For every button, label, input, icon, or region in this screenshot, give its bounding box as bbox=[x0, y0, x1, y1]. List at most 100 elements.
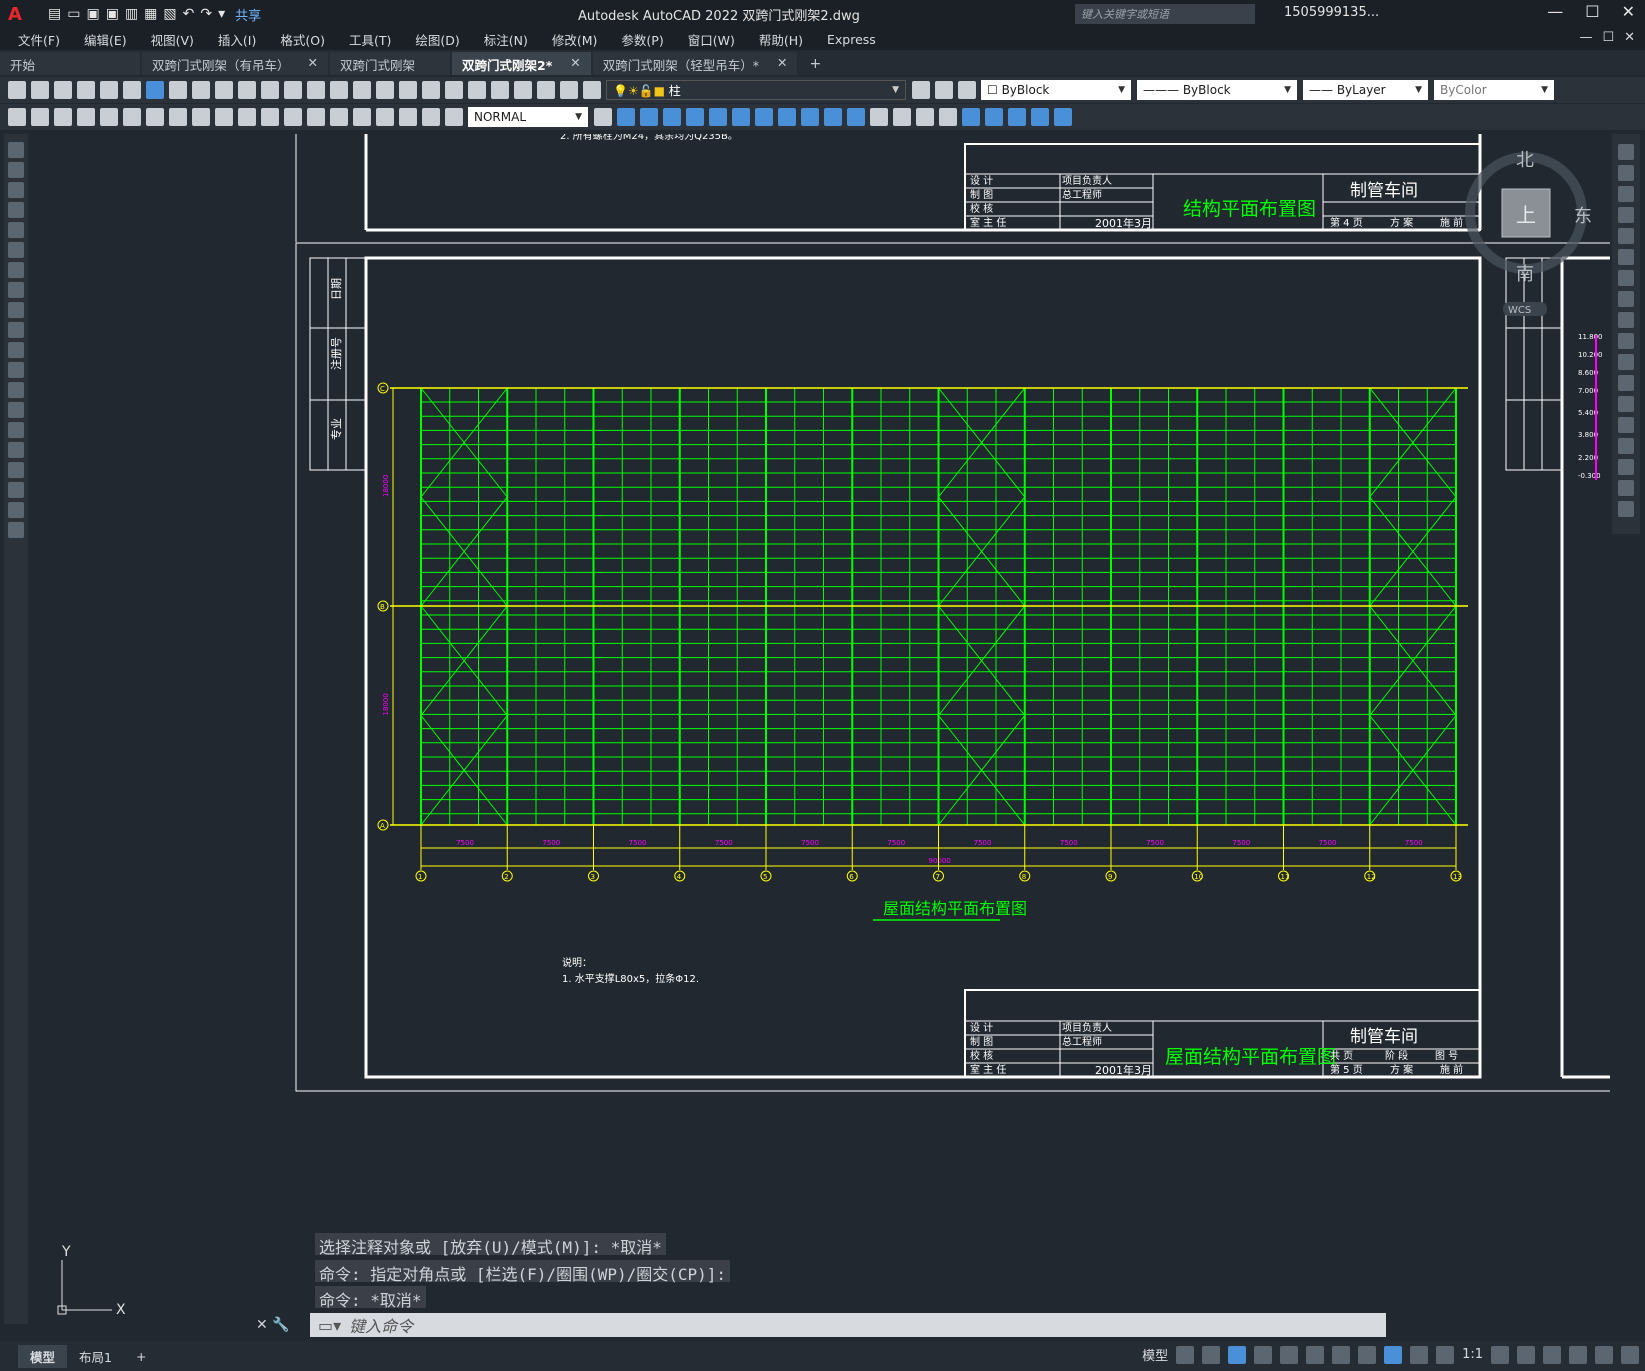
drawing-canvas[interactable]: 2. 所有螺栓为M24，其余均为Q235B。 设 计 制 图 校 核 室 主 任… bbox=[30, 134, 1610, 1334]
imprint-icon[interactable] bbox=[870, 108, 888, 126]
tab-model[interactable]: 模型 bbox=[18, 1344, 68, 1368]
revcloud-icon[interactable] bbox=[8, 282, 24, 298]
dimstyle-dropdown[interactable]: NORMAL ▼ bbox=[468, 107, 588, 127]
grid-icon[interactable] bbox=[1176, 1345, 1195, 1364]
menu-window[interactable]: 窗口(W) bbox=[688, 30, 735, 49]
osnap-icon[interactable] bbox=[1332, 1345, 1351, 1364]
tab-file-3[interactable]: 双跨门式刚架2* ✕ bbox=[452, 52, 591, 75]
extrude-faces-icon[interactable] bbox=[686, 108, 704, 126]
polygon-icon[interactable] bbox=[8, 202, 24, 218]
designcenter-icon[interactable] bbox=[445, 81, 463, 99]
close-icon[interactable]: ✕ bbox=[777, 55, 787, 75]
auto-scale-icon[interactable] bbox=[1410, 1345, 1429, 1364]
menu-edit[interactable]: 编辑(E) bbox=[84, 30, 127, 49]
dim-aligned-icon[interactable] bbox=[31, 108, 49, 126]
plot-icon[interactable] bbox=[77, 81, 95, 99]
undo-icon[interactable]: ↶ bbox=[183, 6, 195, 22]
add-layout-button[interactable]: + bbox=[124, 1347, 158, 1366]
minimize-button[interactable]: — bbox=[1547, 2, 1563, 21]
quick-dim-icon[interactable] bbox=[192, 108, 210, 126]
lineweight-dropdown[interactable]: —— ByLayer ▼ bbox=[1303, 80, 1428, 100]
separate-icon[interactable] bbox=[916, 108, 934, 126]
viewcube[interactable]: 上 北 东 南 WCS bbox=[1465, 150, 1592, 316]
erase-icon[interactable] bbox=[1618, 144, 1634, 160]
color-dropdown[interactable]: ☐ ByBlock ▼ bbox=[981, 80, 1131, 100]
tab-file-4[interactable]: 双跨门式刚架（轻型吊车）* ✕ bbox=[592, 52, 798, 75]
copy-faces-icon[interactable] bbox=[824, 108, 842, 126]
ellipse-arc-icon[interactable] bbox=[8, 342, 24, 358]
layer-previous-icon[interactable] bbox=[935, 81, 953, 99]
preview-icon[interactable] bbox=[100, 81, 118, 99]
chamfer-icon[interactable] bbox=[1618, 438, 1634, 454]
quick-properties-icon[interactable] bbox=[1569, 1345, 1587, 1364]
model-space-button[interactable]: 模型 bbox=[1142, 1345, 1168, 1364]
color-faces-icon[interactable] bbox=[847, 108, 865, 126]
offset-icon[interactable] bbox=[1618, 207, 1634, 223]
make-current-icon[interactable] bbox=[912, 81, 930, 99]
dim-edit-icon[interactable] bbox=[399, 108, 417, 126]
layer-dropdown[interactable]: 💡☀🔓■ 柱 ▼ bbox=[606, 80, 906, 100]
redo-icon[interactable]: ↷ bbox=[200, 6, 212, 22]
osnap-tracking-icon[interactable] bbox=[1306, 1345, 1325, 1364]
union-icon[interactable] bbox=[617, 108, 635, 126]
open-icon[interactable] bbox=[31, 81, 49, 99]
scale-icon[interactable] bbox=[1618, 291, 1634, 307]
explode-icon[interactable] bbox=[1618, 501, 1634, 517]
line-icon[interactable] bbox=[8, 142, 24, 158]
table-icon[interactable] bbox=[8, 482, 24, 498]
layer-properties-icon[interactable] bbox=[583, 81, 601, 99]
fullscreen-icon[interactable] bbox=[1595, 1345, 1613, 1364]
undo-icon[interactable] bbox=[284, 81, 302, 99]
dim-angular-icon[interactable] bbox=[169, 108, 187, 126]
hatch-icon[interactable] bbox=[8, 422, 24, 438]
circle-icon[interactable] bbox=[8, 262, 24, 278]
tab-layout1[interactable]: 布局1 bbox=[67, 1345, 124, 1368]
new-icon[interactable]: ▤ bbox=[48, 6, 61, 22]
extend-icon[interactable] bbox=[1618, 354, 1634, 370]
rotate-faces-icon[interactable] bbox=[778, 108, 796, 126]
doc-minimize-button[interactable]: — bbox=[1579, 30, 1592, 45]
dim-continue-icon[interactable] bbox=[238, 108, 256, 126]
linetype-dropdown[interactable]: ——— ByBlock ▼ bbox=[1137, 80, 1297, 100]
construction-line-icon[interactable] bbox=[8, 162, 24, 178]
add-selected-icon[interactable] bbox=[8, 522, 24, 538]
viewcube-top[interactable]: 上 bbox=[1516, 203, 1536, 227]
snap-icon[interactable] bbox=[1202, 1345, 1221, 1364]
3dprint-icon[interactable] bbox=[146, 81, 164, 99]
new-icon[interactable] bbox=[8, 81, 26, 99]
extract-edges-icon[interactable] bbox=[1054, 108, 1072, 126]
tab-start[interactable]: 开始 bbox=[0, 52, 140, 75]
pan-icon[interactable] bbox=[330, 81, 348, 99]
break-at-point-icon[interactable] bbox=[1618, 375, 1634, 391]
scale-readout[interactable]: 1:1 bbox=[1462, 1347, 1483, 1362]
interfere-icon[interactable] bbox=[1031, 108, 1049, 126]
menu-modify[interactable]: 修改(M) bbox=[552, 30, 598, 49]
ortho-icon[interactable] bbox=[1228, 1345, 1247, 1364]
menu-help[interactable]: 帮助(H) bbox=[759, 30, 803, 49]
viewcube-south[interactable]: 南 bbox=[1516, 264, 1534, 285]
search-input[interactable]: 键入关键字或短语 bbox=[1075, 4, 1255, 24]
tab-file-1[interactable]: 双跨门式刚架（有吊车） ✕ bbox=[142, 52, 328, 75]
menu-file[interactable]: 文件(F) bbox=[18, 30, 60, 49]
slice-icon[interactable] bbox=[1008, 108, 1026, 126]
wrench-icon[interactable]: 🔧 bbox=[272, 1317, 289, 1333]
stretch-icon[interactable] bbox=[1618, 312, 1634, 328]
taper-faces-icon[interactable] bbox=[801, 108, 819, 126]
shell-icon[interactable] bbox=[939, 108, 957, 126]
viewcube-north[interactable]: 北 bbox=[1516, 150, 1534, 171]
dim-linear-icon[interactable] bbox=[8, 108, 26, 126]
redo-icon[interactable] bbox=[307, 81, 325, 99]
menu-tools[interactable]: 工具(T) bbox=[349, 30, 391, 49]
intersect-icon[interactable] bbox=[663, 108, 681, 126]
dim-ordinate-icon[interactable] bbox=[77, 108, 95, 126]
mtext-icon[interactable] bbox=[8, 502, 24, 518]
tab-file-2[interactable]: 双跨门式刚架 bbox=[330, 52, 450, 75]
close-icon[interactable]: ✕ bbox=[570, 55, 580, 75]
maximize-button[interactable]: ☐ bbox=[1585, 2, 1599, 21]
doc-close-button[interactable]: ✕ bbox=[1624, 30, 1635, 45]
dim-baseline-icon[interactable] bbox=[215, 108, 233, 126]
annotation-scale-icon[interactable] bbox=[1436, 1345, 1455, 1364]
command-input[interactable]: ▭▾ 键入命令 bbox=[310, 1313, 1386, 1337]
polar-icon[interactable] bbox=[1254, 1345, 1273, 1364]
delete-faces-icon[interactable] bbox=[755, 108, 773, 126]
